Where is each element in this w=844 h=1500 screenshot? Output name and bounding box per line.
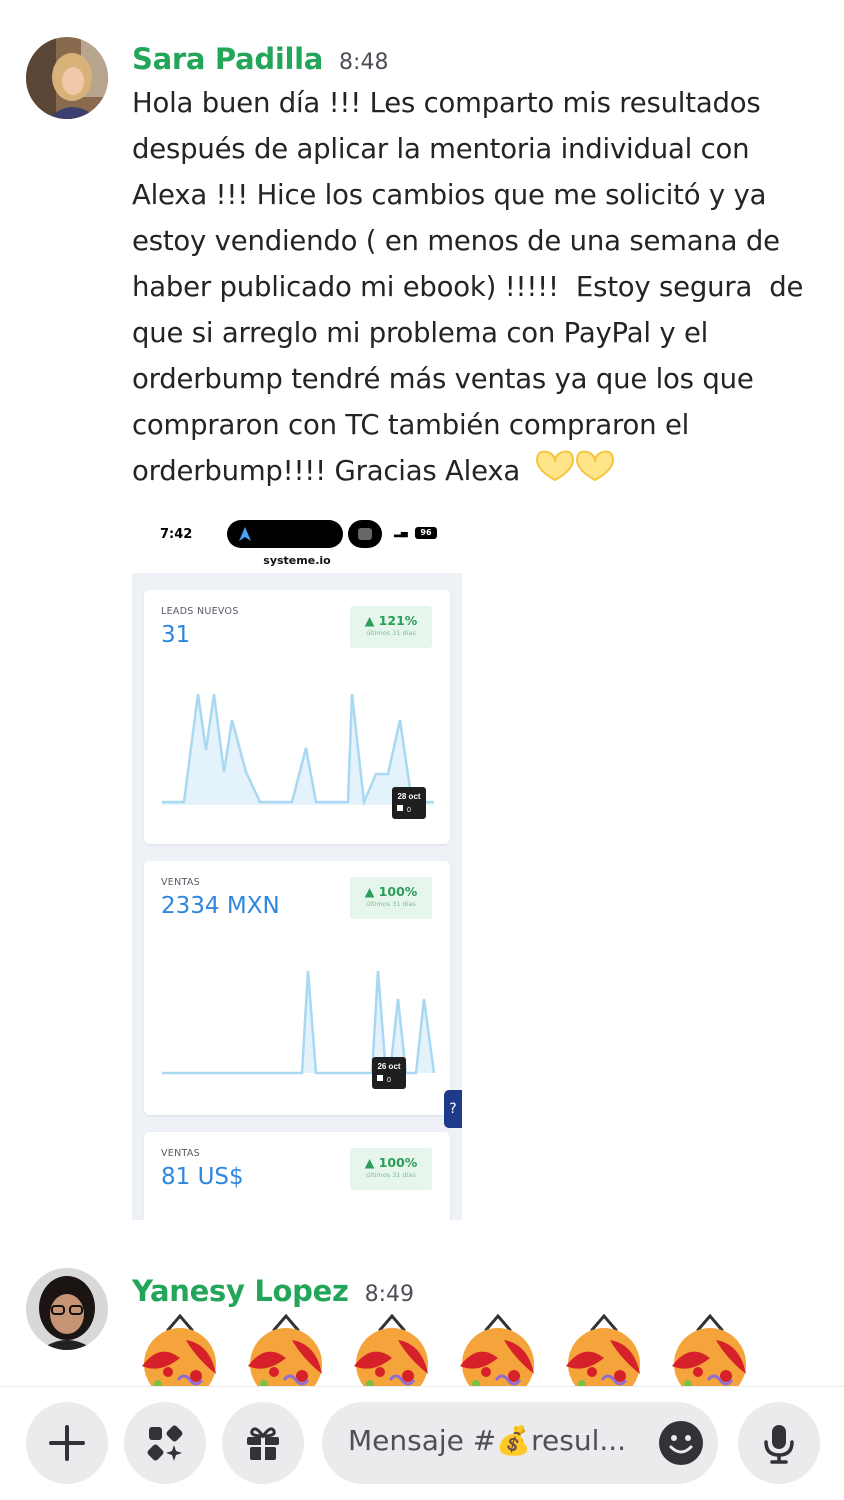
card-label: LEADS NUEVOS [161, 606, 239, 617]
growth-badge: ▲ 100% últimos 31 días [350, 877, 432, 919]
stat-card-ventas-usd: VENTAS 81 US$ ▲ 100% últimos 31 días [144, 1132, 450, 1220]
mic-icon [764, 1425, 794, 1464]
dynamic-island [227, 520, 343, 548]
party-popper-icon [354, 1314, 428, 1386]
tooltip-date: 26 oct [377, 1062, 400, 1071]
growth-badge: ▲ 121% últimos 31 días [350, 606, 432, 648]
emoji-icon[interactable] [658, 1420, 704, 1466]
apps-icon [147, 1425, 183, 1461]
tooltip-value: 0 [387, 1077, 391, 1084]
stat-card-ventas-mxn: VENTAS 2334 MXN ▲ 100% últimos 31 días 2… [144, 861, 450, 1115]
timestamp: 8:48 [339, 50, 389, 75]
voice-button[interactable] [738, 1402, 820, 1484]
message-line: que si arreglo mi problema con PayPal y … [132, 317, 709, 349]
message-line: compraron con TC también compraron el [132, 409, 690, 441]
party-popper-icon [248, 1314, 322, 1386]
speaker-icon [348, 520, 382, 548]
card-value: 2334 MXN [161, 893, 280, 919]
tooltip-value: 0 [407, 807, 411, 814]
avatar[interactable] [26, 37, 108, 119]
yellow-heart-hands-icon [533, 448, 619, 496]
author-name[interactable]: Sara Padilla [132, 42, 323, 76]
growth-percent: ▲ 121% [364, 613, 418, 628]
party-popper-icon [142, 1314, 216, 1386]
tooltip-date: 28 oct [397, 792, 420, 801]
gift-icon [247, 1427, 279, 1460]
dashboard: LEADS NUEVOS 31 ▲ 121% últimos 31 días 2… [132, 573, 462, 1220]
ventas-chart: 26 oct 0 [162, 970, 436, 1089]
message-text: Hola buen día !!! Les comparto mis resul… [132, 80, 812, 496]
signal-icon: ▂▄ [394, 528, 408, 538]
growth-period: últimos 31 días [366, 629, 416, 637]
card-label: VENTAS [161, 1148, 201, 1159]
message-line: Hola buen día !!! Les comparto mis resul… [132, 87, 761, 119]
plus-icon [49, 1425, 85, 1461]
message-line: orderbump tendré más ventas ya que los q… [132, 363, 754, 395]
timestamp: 8:49 [364, 1282, 414, 1307]
avatar[interactable] [26, 1268, 108, 1350]
gift-button[interactable] [222, 1402, 304, 1484]
browser-url: systeme.io [263, 554, 331, 567]
card-value: 31 [161, 622, 191, 648]
party-popper-icon [672, 1314, 746, 1386]
stat-card-leads: LEADS NUEVOS 31 ▲ 121% últimos 31 días 2… [144, 590, 450, 844]
card-value: 81 US$ [161, 1164, 244, 1190]
party-popper-icon [566, 1314, 640, 1386]
message-line-last: orderbump!!!! Gracias Alexa [132, 448, 812, 496]
message-input-placeholder: Mensaje #💰resul... [348, 1424, 627, 1457]
message-line: después de aplicar la mentoria individua… [132, 133, 750, 165]
message-input[interactable]: Mensaje #💰resul... [322, 1402, 718, 1484]
growth-period: últimos 31 días [366, 1171, 416, 1179]
status-time: 7:42 [160, 527, 193, 542]
message-line: estoy vendiendo ( en menos de una semana… [132, 225, 780, 257]
growth-percent: ▲ 100% [364, 1155, 418, 1170]
growth-period: últimos 31 días [366, 900, 416, 908]
image-attachment[interactable]: 7:42 ▂▄ 96 systeme.io LEADS NUEVOS 31 ▲ … [132, 510, 462, 1220]
help-button[interactable]: ? [444, 1090, 462, 1128]
growth-badge: ▲ 100% últimos 31 días [350, 1148, 432, 1190]
author-name[interactable]: Yanesy Lopez [132, 1274, 349, 1308]
leads-chart: 28 oct 0 [162, 693, 434, 819]
message-line: haber publicado mi ebook) !!!!! Estoy se… [132, 271, 804, 303]
growth-percent: ▲ 100% [364, 884, 418, 899]
phone-status-bar: 7:42 ▂▄ 96 systeme.io [132, 510, 462, 567]
message-header: Yanesy Lopez 8:49 [132, 1274, 414, 1308]
party-popper-icon [460, 1314, 534, 1386]
emoji-row [130, 1314, 770, 1386]
apps-button[interactable] [124, 1402, 206, 1484]
card-label: VENTAS [161, 877, 201, 888]
message-line: orderbump!!!! Gracias Alexa [132, 455, 521, 487]
add-button[interactable] [26, 1402, 108, 1484]
message-line: Alexa !!! Hice los cambios que me solici… [132, 179, 767, 211]
message-header: Sara Padilla 8:48 [132, 42, 388, 76]
battery-icon: 96 [415, 527, 437, 539]
maps-icon [239, 527, 251, 541]
